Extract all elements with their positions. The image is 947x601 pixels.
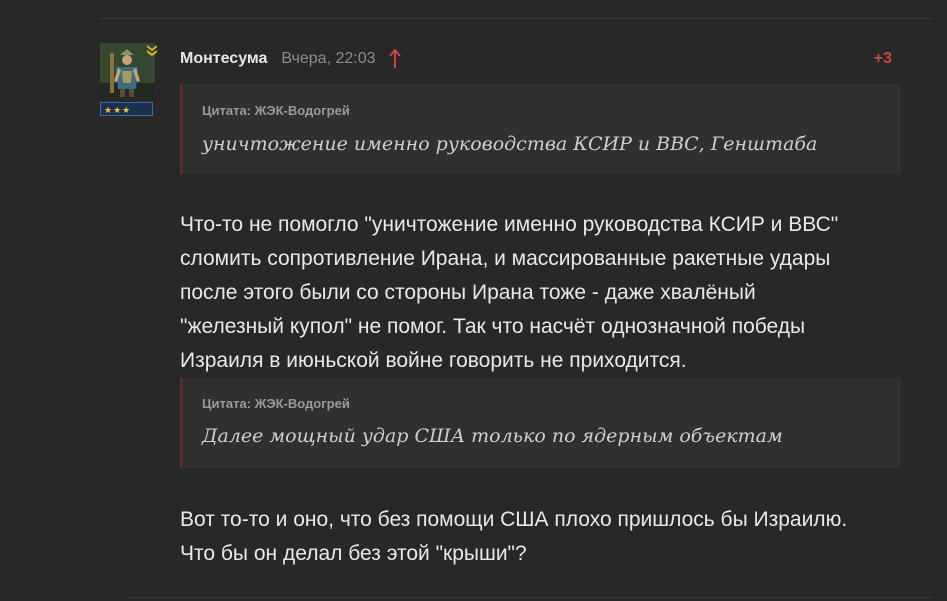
top-divider <box>100 18 933 19</box>
quote-text: Далее мощный удар США только по ядерным … <box>202 425 783 447</box>
quote-source[interactable]: Цитата: ЖЭК-Водогрей <box>202 104 901 118</box>
comment-header: Монтесума Вчера, 22:03 <box>180 48 402 70</box>
paragraph-line: после этого были со стороны Ирана тоже -… <box>180 281 756 304</box>
comment-paragraph: Что-то не помогло "уничтожение именно ру… <box>180 208 900 378</box>
paragraph-line: Что бы он делал без этой "крыши"? <box>180 542 527 565</box>
quote-block: Цитата: ЖЭК-Водогрей Далее мощный удар С… <box>180 378 901 468</box>
comment-timestamp[interactable]: Вчера, 22:03 <box>281 50 375 68</box>
rank-chevron-icon <box>146 45 158 60</box>
paragraph-line: Вот то-то и оно, что без помощи США плох… <box>180 508 848 531</box>
user-avatar-block[interactable]: ★★★ <box>100 43 158 117</box>
rank-badge: ★★★ <box>100 102 153 116</box>
author-name[interactable]: Монтесума <box>180 50 267 68</box>
paragraph-line: Израиля в июньской войне говорить не при… <box>180 349 687 372</box>
paragraph-line: Что-то не помогло "уничтожение именно ру… <box>180 213 839 236</box>
comment-rating[interactable]: +3 <box>874 48 892 70</box>
paragraph-line: "железный купол" не помог. Так что насчё… <box>180 315 806 338</box>
comment-paragraph: Вот то-то и оно, что без помощи США плох… <box>180 503 900 571</box>
quote-text: уничтожение именно руководства КСИР и ВВ… <box>202 133 818 155</box>
comment-page: ★★★ Монтесума Вчера, 22:03 +3 Цитата: ЖЭ… <box>0 0 947 601</box>
quote-block: Цитата: ЖЭК-Водогрей уничтожение именно … <box>180 84 901 174</box>
quote-source[interactable]: Цитата: ЖЭК-Водогрей <box>202 397 901 411</box>
arrow-up-icon[interactable] <box>388 48 402 69</box>
paragraph-line: сломить сопротивление Ирана, и массирова… <box>180 247 831 270</box>
bottom-divider <box>126 597 933 598</box>
